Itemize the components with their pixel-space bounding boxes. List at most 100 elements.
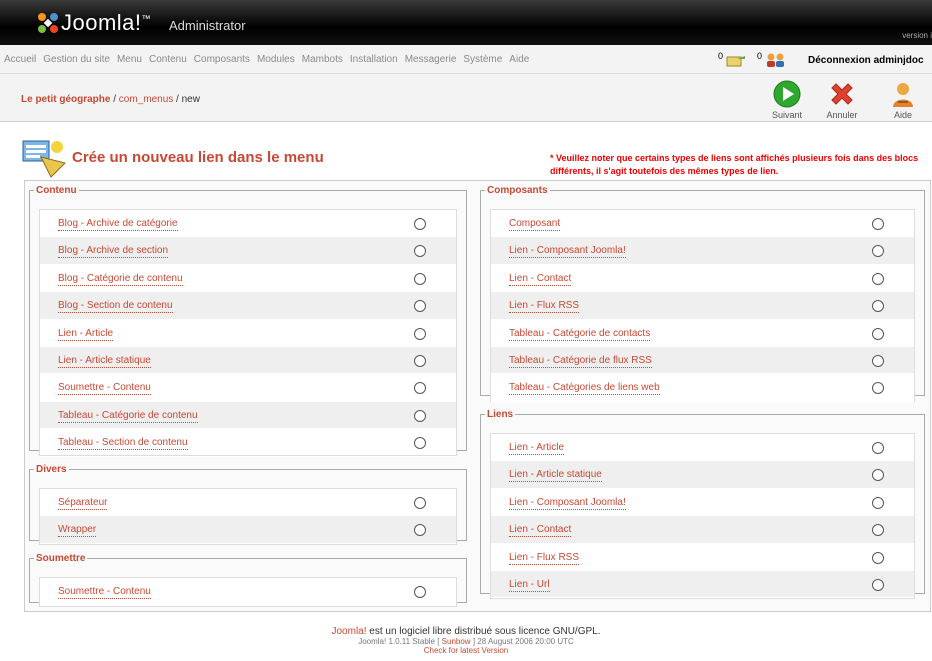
menu-item-gestion-du-site[interactable]: Gestion du site [43,54,110,65]
link-blog-archive-categorie[interactable]: Blog - Archive de catégorie [58,218,178,231]
menu-item-menu[interactable]: Menu [117,54,142,65]
legend-soumettre: Soumettre [36,553,86,564]
radio-button[interactable] [872,551,884,564]
check-version-link[interactable]: Check for latest Version [0,646,932,655]
footer-codename-link[interactable]: Sunbow [442,637,471,646]
list-item: Soumettre - Contenu [40,578,456,606]
link-lien-composant-joomla[interactable]: Lien - Composant Joomla! [509,245,626,259]
menu-item-aide[interactable]: Aide [509,54,529,65]
link-tableau-categorie-flux-rss[interactable]: Tableau - Catégorie de flux RSS [509,355,652,368]
radio-button[interactable] [414,218,426,230]
link-liens-composant-joomla[interactable]: Lien - Composant Joomla! [509,497,626,510]
next-button[interactable]: Suivant [764,77,810,121]
liens-list: Lien - Article Lien - Article statique L… [490,433,915,599]
link-blog-section-contenu[interactable]: Blog - Section de contenu [58,300,173,314]
radio-button[interactable] [872,272,884,285]
footer: Joomla! est un logiciel libre distribué … [0,626,932,655]
radio-button[interactable] [414,300,426,313]
link-blog-archive-section[interactable]: Blog - Archive de section [58,245,169,259]
link-lien-article-statique[interactable]: Lien - Article statique [58,355,151,368]
list-item: Soumettre - Contenu [40,374,456,402]
info-note: * Veuillez noter que certains types de l… [550,153,919,176]
link-soumettre-contenu-2[interactable]: Soumettre - Contenu [58,586,151,599]
main-menu-bar: Accueil Gestion du site Menu Contenu Com… [0,45,932,74]
fieldset-soumettre: Soumettre Soumettre - Contenu [29,553,467,607]
users-icon[interactable] [765,52,787,68]
menu-item-systeme[interactable]: Système [463,54,502,65]
legend-divers: Divers [36,464,67,475]
legend-composants: Composants [487,185,548,196]
cancel-button-label: Annuler [826,110,858,120]
menu-item-mambots[interactable]: Mambots [302,54,343,65]
link-composant[interactable]: Composant [509,218,561,231]
list-item: Lien - Flux RSS [491,292,914,320]
menu-item-composants[interactable]: Composants [194,54,250,65]
fieldset-composants: Composants Composant Lien - Composant Jo… [480,185,925,402]
radio-button[interactable] [872,354,884,367]
list-item: Tableau - Catégories de liens web [491,374,914,402]
radio-button[interactable] [414,409,426,422]
radio-button[interactable] [414,586,426,598]
breadcrumb-site[interactable]: Le petit géographe [21,94,110,105]
radio-button[interactable] [872,469,884,482]
radio-button[interactable] [414,272,426,285]
joomla-logo-icon [38,13,58,33]
footer-license: Joomla! est un logiciel libre distribué … [0,626,932,637]
messages-icon[interactable] [726,53,746,67]
link-lien-flux-rss[interactable]: Lien - Flux RSS [509,300,580,314]
breadcrumb-separator: / [173,94,182,105]
link-blog-categorie-contenu[interactable]: Blog - Catégorie de contenu [58,273,183,286]
list-item: Lien - Url [491,570,914,599]
link-separateur[interactable]: Séparateur [58,497,108,510]
link-soumettre-contenu[interactable]: Soumettre - Contenu [58,382,151,396]
link-liens-flux-rss[interactable]: Lien - Flux RSS [509,552,580,565]
link-liens-contact[interactable]: Lien - Contact [509,524,572,538]
menu-item-accueil[interactable]: Accueil [4,54,36,65]
content-area: Contenu Blog - Archive de catégorie Blog… [24,180,931,612]
link-tableau-categorie-contenu[interactable]: Tableau - Catégorie de contenu [58,410,198,423]
link-lien-contact[interactable]: Lien - Contact [509,273,572,286]
radio-button[interactable] [872,245,884,258]
list-item: Blog - Archive de section [40,237,456,265]
link-tableau-categories-liens-web[interactable]: Tableau - Catégories de liens web [509,382,660,396]
link-liens-article[interactable]: Lien - Article [509,442,565,455]
composants-list: Composant Lien - Composant Joomla! Lien … [490,209,915,402]
radio-button[interactable] [414,497,426,509]
link-tableau-section-contenu[interactable]: Tableau - Section de contenu [58,437,188,451]
list-item: Blog - Section de contenu [40,292,456,320]
radio-button[interactable] [414,354,426,367]
radio-button[interactable] [414,437,426,450]
link-wrapper[interactable]: Wrapper [58,524,97,538]
radio-button[interactable] [872,382,884,395]
list-item: Tableau - Catégorie de contenu [40,401,456,430]
radio-button[interactable] [872,442,884,454]
breadcrumb-component[interactable]: com_menus [119,94,173,105]
radio-button[interactable] [872,524,884,537]
radio-button[interactable] [872,327,884,340]
link-liens-url[interactable]: Lien - Url [509,579,550,592]
radio-button[interactable] [414,524,426,537]
link-liens-article-statique[interactable]: Lien - Article statique [509,469,602,483]
next-button-label: Suivant [771,110,803,120]
radio-button[interactable] [872,578,884,591]
radio-button[interactable] [414,327,426,340]
logout-link[interactable]: Déconnexion adminjdoc [808,55,924,66]
radio-button[interactable] [872,300,884,313]
footer-joomla-link[interactable]: Joomla! [331,626,366,637]
cancel-button[interactable]: Annuler [819,77,865,121]
radio-button[interactable] [872,218,884,230]
menu-item-messagerie[interactable]: Messagerie [405,54,457,65]
help-person-icon [893,83,913,107]
menu-item-contenu[interactable]: Contenu [149,54,187,65]
menu-item-modules[interactable]: Modules [257,54,295,65]
radio-button[interactable] [872,496,884,509]
list-item: Blog - Catégorie de contenu [40,265,456,293]
radio-button[interactable] [414,382,426,395]
help-button[interactable]: Aide [880,77,926,121]
radio-button[interactable] [414,245,426,258]
link-tableau-categorie-contacts[interactable]: Tableau - Catégorie de contacts [509,328,651,341]
menu-item-installation[interactable]: Installation [350,54,398,65]
list-item: Lien - Article [40,320,456,347]
list-item: Tableau - Catégorie de flux RSS [491,346,914,375]
link-lien-article[interactable]: Lien - Article [58,328,114,341]
